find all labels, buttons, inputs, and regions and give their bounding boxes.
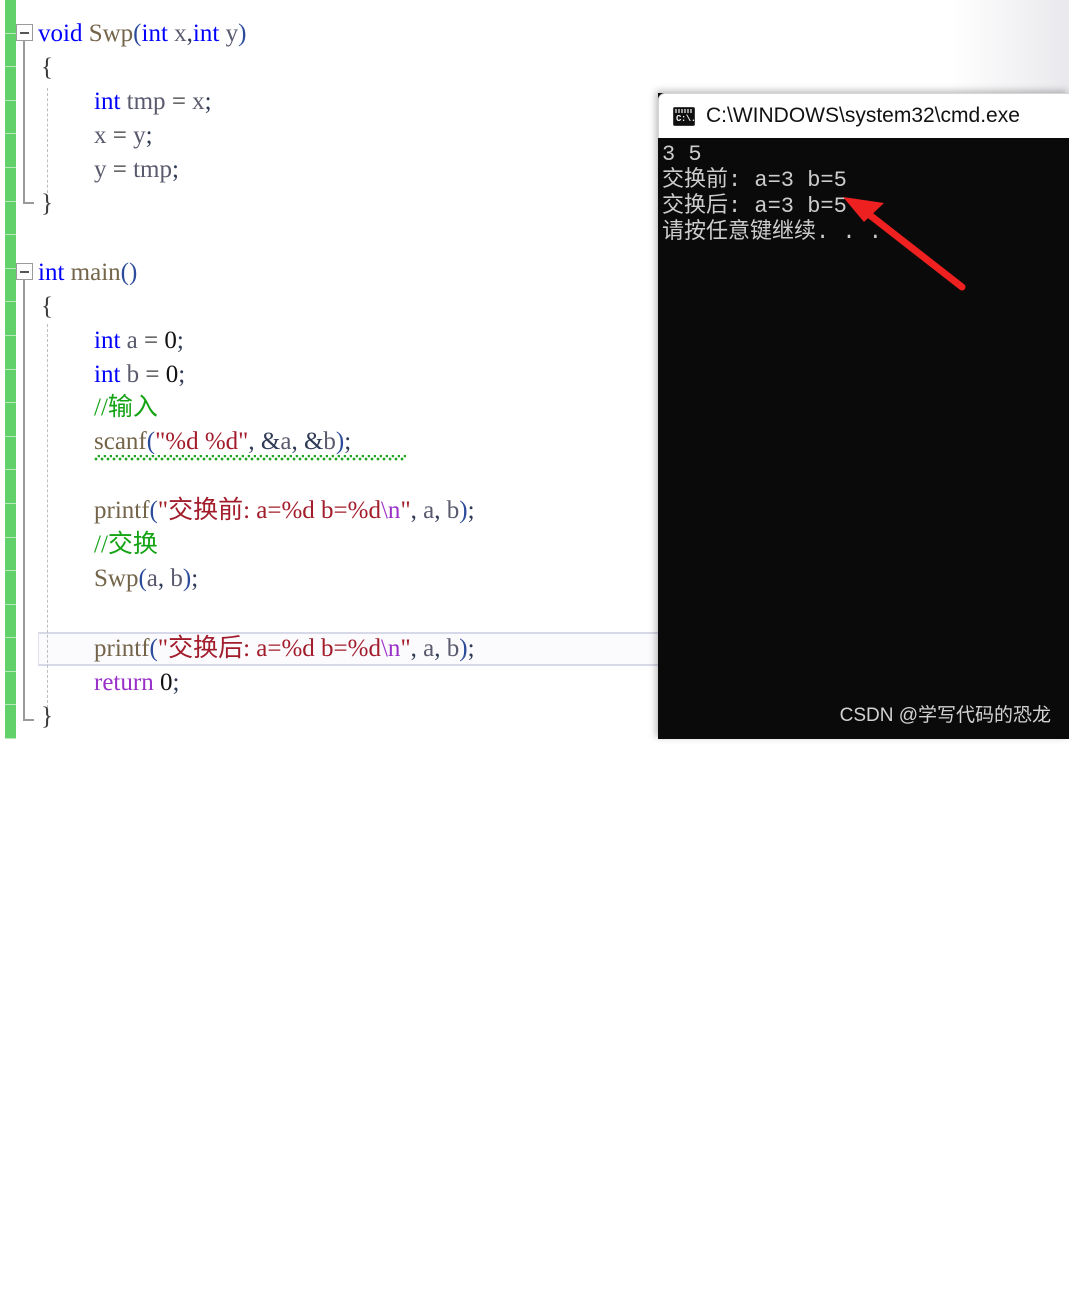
cmd-icon-prompt-glyph: C:\. <box>676 113 696 124</box>
function-call-printf: printf <box>94 635 150 662</box>
code-line[interactable]: y = tmp; <box>94 153 179 187</box>
escape-newline: \n <box>380 497 401 524</box>
keyword-int: int <box>94 327 121 354</box>
var-tmp: tmp <box>126 88 166 115</box>
code-line[interactable]: Swp(a, b); <box>94 562 198 596</box>
code-line[interactable]: int b = 0; <box>94 358 185 392</box>
keyword-void: void <box>38 20 83 47</box>
code-line[interactable]: } <box>41 700 53 734</box>
code-line[interactable]: int a = 0; <box>94 324 184 358</box>
comment-swap: //交换 <box>94 531 158 558</box>
code-line[interactable]: scanf("%d %d", &a, &b); <box>94 425 351 459</box>
function-name-swp: Swp <box>88 20 134 47</box>
keyword-int: int <box>94 88 121 115</box>
var-x: x <box>94 122 107 149</box>
var-a: a <box>126 327 138 354</box>
param-y: y <box>225 20 239 47</box>
code-line[interactable]: //输入 <box>94 391 158 425</box>
scanf-format-string: "%d %d" <box>155 428 249 455</box>
console-output-line: 交换后: a=3 b=5 <box>662 194 847 219</box>
console-title-text: C:\WINDOWS\system32\cmd.exe <box>706 104 1020 127</box>
string-quote-close: " <box>400 497 411 524</box>
function-name-main: main <box>70 259 121 286</box>
var-b: b <box>126 361 140 388</box>
function-call-scanf: scanf <box>94 428 147 455</box>
escape-newline: \n <box>380 635 401 662</box>
keyword-return: return <box>94 669 154 696</box>
cmd-console-window[interactable]: C:\. C:\WINDOWS\system32\cmd.exe 3 5 交换前… <box>658 93 1069 739</box>
var-tmp: tmp <box>133 156 173 183</box>
code-line[interactable]: return 0; <box>94 666 179 700</box>
csdn-watermark: CSDN @学写代码的恐龙 <box>839 705 1051 726</box>
cmd-icon-titlebar-stripe <box>675 108 693 113</box>
code-line[interactable]: int tmp = x; <box>94 85 212 119</box>
param-x: x <box>174 20 187 47</box>
console-output-line: 请按任意键继续. . . <box>662 220 883 245</box>
code-line[interactable]: int main() <box>38 256 137 290</box>
code-line[interactable]: { <box>41 51 53 85</box>
arg-a: a <box>146 565 158 592</box>
keyword-int: int <box>94 361 121 388</box>
code-line[interactable]: x = y; <box>94 119 153 153</box>
arg-b: b <box>446 497 460 524</box>
code-line[interactable]: void Swp(int x,int y) <box>38 17 246 51</box>
literal-zero: 0 <box>159 669 173 696</box>
keyword-int: int <box>38 259 65 286</box>
printf-format-before: "交换前: a=%d b=%d <box>157 497 381 524</box>
arg-b: b <box>170 565 183 592</box>
arg-a: a <box>280 428 292 455</box>
code-line-current[interactable]: printf("交换后: a=%d b=%d\n", a, b); <box>94 632 475 666</box>
keyword-int: int <box>192 20 220 47</box>
console-output-line: 3 5 <box>662 142 702 167</box>
function-call-swp: Swp <box>94 565 139 592</box>
code-line[interactable]: { <box>41 290 53 324</box>
arg-a: a <box>423 635 435 662</box>
comment-input: //输入 <box>94 394 158 421</box>
keyword-int: int <box>141 20 168 47</box>
printf-format-after: "交换后: a=%d b=%d <box>157 635 381 662</box>
function-call-printf: printf <box>94 497 150 524</box>
arg-b: b <box>446 635 460 662</box>
code-line[interactable]: printf("交换前: a=%d b=%d\n", a, b); <box>94 494 475 528</box>
console-output-area[interactable]: 3 5 交换前: a=3 b=5 交换后: a=3 b=5 请按任意键继续. .… <box>658 138 1069 739</box>
var-x: x <box>192 88 205 115</box>
literal-zero: 0 <box>164 327 177 354</box>
var-y: y <box>94 156 107 183</box>
console-title-bar[interactable]: C:\. C:\WINDOWS\system32\cmd.exe <box>658 93 1069 138</box>
string-quote-close: " <box>400 635 411 662</box>
var-y: y <box>133 122 146 149</box>
code-line[interactable]: //交换 <box>94 528 158 562</box>
console-output-line: 交换前: a=3 b=5 <box>662 168 847 193</box>
literal-zero: 0 <box>165 361 179 388</box>
arg-a: a <box>423 497 435 524</box>
cmd-icon: C:\. <box>673 106 696 126</box>
arg-b: b <box>323 428 336 455</box>
code-line[interactable]: } <box>41 187 53 221</box>
